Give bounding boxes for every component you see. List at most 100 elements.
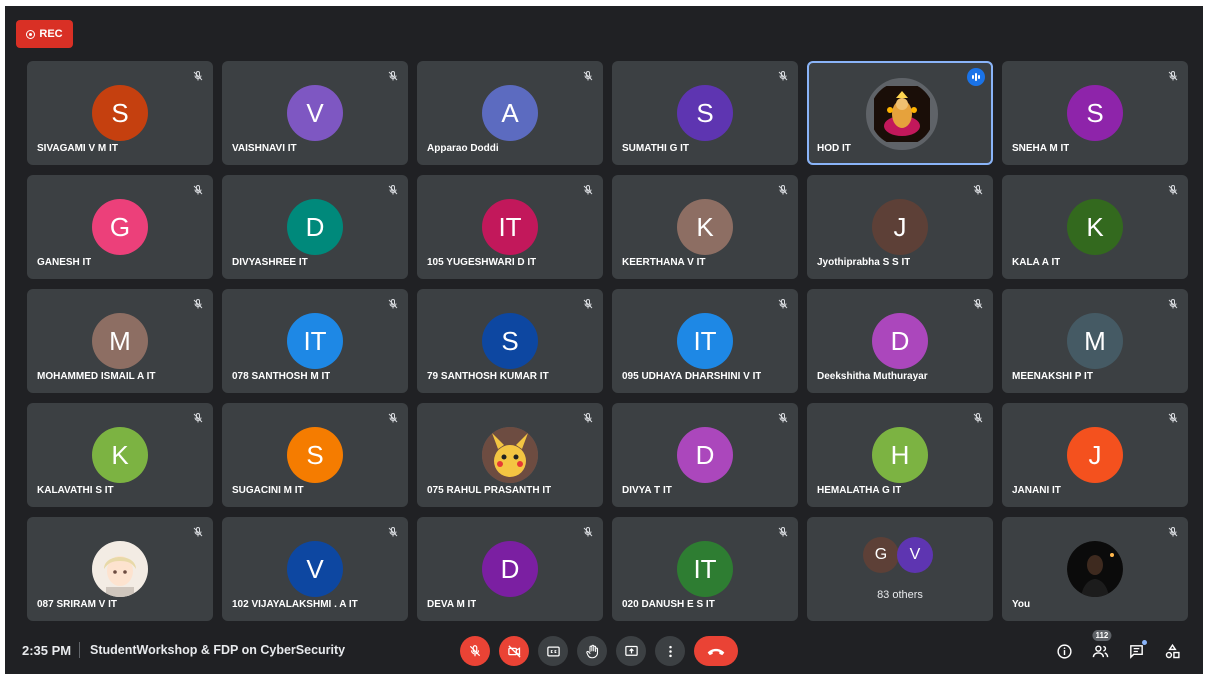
participant-name: SIVAGAMI V M IT [37, 143, 118, 154]
participant-name: 79 SANTHOSH KUMAR IT [427, 371, 549, 382]
participant-tile[interactable]: K KEERTHANA V IT [612, 175, 798, 279]
participant-tile[interactable]: G GANESH IT [27, 175, 213, 279]
participant-name: KEERTHANA V IT [622, 257, 706, 268]
participant-name: HOD IT [817, 143, 851, 154]
mic-off-icon [387, 297, 399, 309]
captions-button[interactable] [538, 636, 568, 666]
activities-button[interactable] [1159, 638, 1185, 664]
mic-off-icon [582, 69, 594, 81]
participant-name: VAISHNAVI IT [232, 143, 297, 154]
raise-hand-button[interactable] [577, 636, 607, 666]
mic-off-icon [387, 183, 399, 195]
mic-off-icon [1167, 297, 1179, 309]
participant-tile[interactable]: D DIVYA T IT [612, 403, 798, 507]
people-icon [1092, 644, 1108, 657]
participant-tile[interactable]: D DEVA M IT [417, 517, 603, 621]
meeting-details-button[interactable] [1051, 638, 1077, 664]
chat-icon [1129, 644, 1143, 659]
mic-off-icon [777, 411, 789, 423]
mic-off-icon [972, 183, 984, 195]
participant-tile[interactable]: S 79 SANTHOSH KUMAR IT [417, 289, 603, 393]
participant-tile[interactable]: V VAISHNAVI IT [222, 61, 408, 165]
participant-name: 078 SANTHOSH M IT [232, 371, 331, 382]
others-avatar: V [897, 537, 933, 573]
participant-tile[interactable]: IT 105 YUGESHWARI D IT [417, 175, 603, 279]
people-button[interactable]: 112 [1087, 630, 1113, 664]
participant-avatar: V [287, 541, 343, 597]
participant-avatar: D [482, 541, 538, 597]
participant-tile[interactable]: K KALA A IT [1002, 175, 1188, 279]
participant-tile[interactable]: J JANANI IT [1002, 403, 1188, 507]
others-tile[interactable]: G V 83 others [807, 517, 993, 621]
participant-avatar: M [92, 313, 148, 369]
pikachu-photo [482, 427, 538, 483]
participant-avatar: H [872, 427, 928, 483]
participant-tile[interactable]: S SUGACINI M IT [222, 403, 408, 507]
participant-name: You [1012, 599, 1031, 610]
side-controls: 112 [1051, 630, 1185, 664]
participant-tile[interactable]: M MEENAKSHI P IT [1002, 289, 1188, 393]
participant-name: KALAVATHI S IT [37, 485, 114, 496]
participant-tile[interactable]: D DIVYASHREE IT [222, 175, 408, 279]
participant-tile[interactable]: S SNEHA M IT [1002, 61, 1188, 165]
participant-tile[interactable]: S SUMATHI G IT [612, 61, 798, 165]
present-button[interactable] [616, 636, 646, 666]
participant-tile[interactable]: IT 078 SANTHOSH M IT [222, 289, 408, 393]
participant-avatar: K [677, 199, 733, 255]
participant-tile[interactable]: IT 095 UDHAYA DHARSHINI V IT [612, 289, 798, 393]
participant-avatar: D [677, 427, 733, 483]
mic-off-icon [777, 525, 789, 537]
mic-off-icon [1167, 69, 1179, 81]
present-icon [624, 645, 638, 656]
participant-avatar: IT [677, 313, 733, 369]
participant-avatar: K [92, 427, 148, 483]
camera-toggle-button[interactable] [499, 636, 529, 666]
participant-avatar: S [92, 85, 148, 141]
participant-tile[interactable]: S SIVAGAMI V M IT [27, 61, 213, 165]
participant-name: 105 YUGESHWARI D IT [427, 257, 537, 268]
participant-tile[interactable]: 087 SRIRAM V IT [27, 517, 213, 621]
participant-name: Apparao Doddi [427, 143, 499, 154]
mic-off-icon [469, 645, 481, 657]
mic-off-icon [582, 183, 594, 195]
mic-off-icon [192, 183, 204, 195]
participant-name: DIVYA T IT [622, 485, 672, 496]
participant-tile[interactable]: M MOHAMMED ISMAIL A IT [27, 289, 213, 393]
participant-name: SUGACINI M IT [232, 485, 304, 496]
participant-tile[interactable]: H HEMALATHA G IT [807, 403, 993, 507]
participant-avatar: S [1067, 85, 1123, 141]
mic-off-icon [192, 69, 204, 81]
raise-hand-icon [585, 644, 598, 658]
unread-dot [1142, 640, 1147, 645]
participant-avatar: D [872, 313, 928, 369]
recording-indicator[interactable]: REC [16, 20, 73, 48]
leave-call-button[interactable] [694, 636, 738, 666]
mic-off-icon [1167, 183, 1179, 195]
participant-name: Jyothiprabha S S IT [817, 257, 911, 268]
participant-tile[interactable]: HOD IT [807, 61, 993, 165]
record-icon [26, 29, 36, 39]
self-tile[interactable]: You [1002, 517, 1188, 621]
participant-name: 020 DANUSH E S IT [622, 599, 715, 610]
people-count-badge: 112 [1092, 630, 1112, 641]
participant-name: JANANI IT [1012, 485, 1061, 496]
mic-toggle-button[interactable] [460, 636, 490, 666]
others-count-label: 83 others [877, 589, 923, 601]
participant-tile[interactable]: D Deekshitha Muthurayar [807, 289, 993, 393]
participant-tile[interactable]: A Apparao Doddi [417, 61, 603, 165]
recording-label: REC [39, 28, 63, 40]
more-options-button[interactable] [655, 636, 685, 666]
participant-tile[interactable]: J Jyothiprabha S S IT [807, 175, 993, 279]
participant-tile[interactable]: V 102 VIJAYALAKSHMI . A IT [222, 517, 408, 621]
chat-button[interactable] [1123, 638, 1149, 664]
mic-off-icon [1167, 411, 1179, 423]
mic-off-icon [192, 411, 204, 423]
participant-tile[interactable]: IT 020 DANUSH E S IT [612, 517, 798, 621]
participant-tile[interactable]: 075 RAHUL PRASANTH IT [417, 403, 603, 507]
hang-up-icon [707, 648, 725, 656]
activities-icon [1165, 643, 1180, 658]
participant-tile[interactable]: K KALAVATHI S IT [27, 403, 213, 507]
participant-name: MEENAKSHI P IT [1012, 371, 1093, 382]
mic-off-icon [192, 297, 204, 309]
participant-avatar: IT [287, 313, 343, 369]
